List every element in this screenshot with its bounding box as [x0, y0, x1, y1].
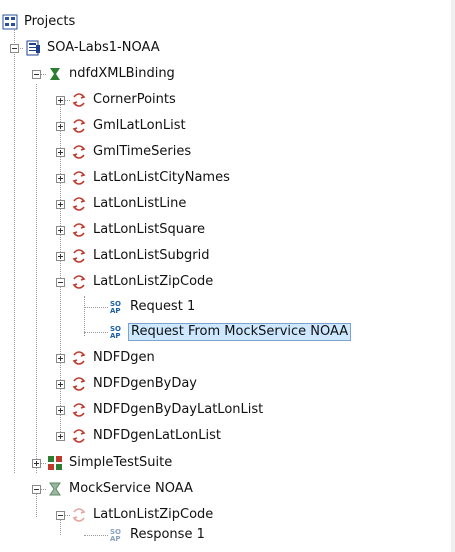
tree-node-label: NDFDgenByDayLatLonList — [93, 402, 264, 417]
operation-icon — [71, 92, 87, 108]
tree-node-mock-response[interactable]: SO AP Response 1 — [108, 526, 207, 544]
tree-node-label: LatLonListLine — [93, 196, 187, 211]
operation-icon — [71, 170, 87, 186]
expand-icon[interactable] — [56, 405, 65, 415]
tree-node-operation[interactable]: NDFDgenByDayLatLonList — [56, 401, 265, 419]
svg-text:AP: AP — [110, 332, 121, 340]
soap-response-icon: SO AP — [108, 527, 124, 543]
tree-node-operation[interactable]: NDFDgen — [56, 349, 157, 367]
tree-node-mock-service[interactable]: MockService NOAA — [32, 480, 195, 498]
tree-node-label: LatLonListCityNames — [93, 170, 230, 185]
operation-icon — [71, 428, 87, 444]
tree-node-label: ndfdXMLBinding — [69, 66, 175, 81]
tree-node-label: Projects — [24, 14, 76, 29]
operation-icon — [71, 222, 87, 238]
expand-icon[interactable] — [56, 95, 65, 105]
collapse-icon[interactable] — [10, 43, 19, 53]
expand-icon[interactable] — [56, 353, 65, 363]
collapse-icon[interactable] — [56, 510, 65, 520]
tree-node-operation[interactable]: LatLonListLine — [56, 195, 188, 213]
collapse-icon[interactable] — [56, 277, 65, 287]
tree-node-label: SimpleTestSuite — [69, 455, 173, 470]
panel-edge — [451, 0, 455, 552]
project-tree: Projects SOA-Labs1-NOAA ndfdXMLBinding C… — [0, 0, 455, 552]
operation-icon — [71, 196, 87, 212]
expand-icon[interactable] — [56, 225, 65, 235]
operation-icon — [71, 350, 87, 366]
tree-node-label: Request From MockService NOAA — [128, 323, 352, 341]
svg-text:AP: AP — [110, 535, 121, 543]
tree-node-label: NDFDgenLatLonList — [93, 428, 221, 443]
tree-node-operation[interactable]: NDFDgenByDay — [56, 375, 199, 393]
project-icon — [25, 40, 41, 56]
operation-icon — [71, 144, 87, 160]
expand-icon[interactable] — [56, 379, 65, 389]
operation-icon — [71, 376, 87, 392]
tree-node-operation[interactable]: LatLonListSquare — [56, 221, 207, 239]
expand-icon[interactable] — [56, 121, 65, 131]
soap-request-icon: SO AP — [108, 299, 124, 315]
operation-icon — [71, 248, 87, 264]
tree-node-label: CornerPoints — [93, 92, 176, 107]
tree-node-label: SOA-Labs1-NOAA — [47, 40, 160, 55]
tree-node-label: LatLonListSubgrid — [93, 248, 210, 263]
tree-node-project[interactable]: SOA-Labs1-NOAA — [10, 39, 162, 57]
tree-node-mock-operation[interactable]: LatLonListZipCode — [56, 506, 215, 524]
operation-icon — [71, 118, 87, 134]
tree-node-request[interactable]: SO AP Request 1 — [108, 298, 197, 316]
tree-node-projects[interactable]: Projects — [2, 13, 77, 31]
tree-node-operation-expanded[interactable]: LatLonListZipCode — [56, 273, 215, 291]
tree-node-label: GmlTimeSeries — [93, 144, 192, 159]
soap-request-icon: SO AP — [108, 324, 124, 340]
expand-icon[interactable] — [32, 458, 41, 468]
svg-text:AP: AP — [110, 307, 121, 315]
tree-node-operation[interactable]: LatLonListCityNames — [56, 169, 232, 187]
tree-node-operation[interactable]: NDFDgenLatLonList — [56, 427, 223, 445]
tree-node-test-suite[interactable]: SimpleTestSuite — [32, 454, 174, 472]
operation-icon — [71, 402, 87, 418]
tree-node-operation[interactable]: GmlTimeSeries — [56, 143, 193, 161]
tree-node-label: GmlLatLonList — [93, 118, 186, 133]
operation-icon — [71, 274, 87, 290]
tree-node-operation[interactable]: LatLonListSubgrid — [56, 247, 211, 265]
interface-icon — [47, 66, 63, 82]
tree-node-label: MockService NOAA — [69, 481, 193, 496]
tree-node-label: Response 1 — [130, 527, 205, 542]
mock-operation-icon — [71, 507, 87, 523]
collapse-icon[interactable] — [32, 69, 41, 79]
tree-node-label: NDFDgenByDay — [93, 376, 197, 391]
tree-node-label: LatLonListSquare — [93, 222, 206, 237]
tree-node-request-selected[interactable]: SO AP Request From MockService NOAA — [108, 323, 352, 341]
tree-node-label: LatLonListZipCode — [93, 507, 214, 522]
tree-node-operation[interactable]: GmlLatLonList — [56, 117, 188, 135]
tree-node-binding[interactable]: ndfdXMLBinding — [32, 65, 177, 83]
collapse-icon[interactable] — [32, 484, 41, 494]
projects-icon — [2, 14, 18, 30]
tree-node-label: LatLonListZipCode — [93, 274, 214, 289]
tree-node-label: Request 1 — [130, 299, 196, 314]
tree-node-operation[interactable]: CornerPoints — [56, 91, 178, 109]
expand-icon[interactable] — [56, 251, 65, 261]
expand-icon[interactable] — [56, 147, 65, 157]
test-suite-icon — [47, 455, 63, 471]
expand-icon[interactable] — [56, 431, 65, 441]
mock-service-icon — [47, 481, 63, 497]
expand-icon[interactable] — [56, 173, 65, 183]
tree-node-label: NDFDgen — [93, 350, 155, 365]
expand-icon[interactable] — [56, 199, 65, 209]
